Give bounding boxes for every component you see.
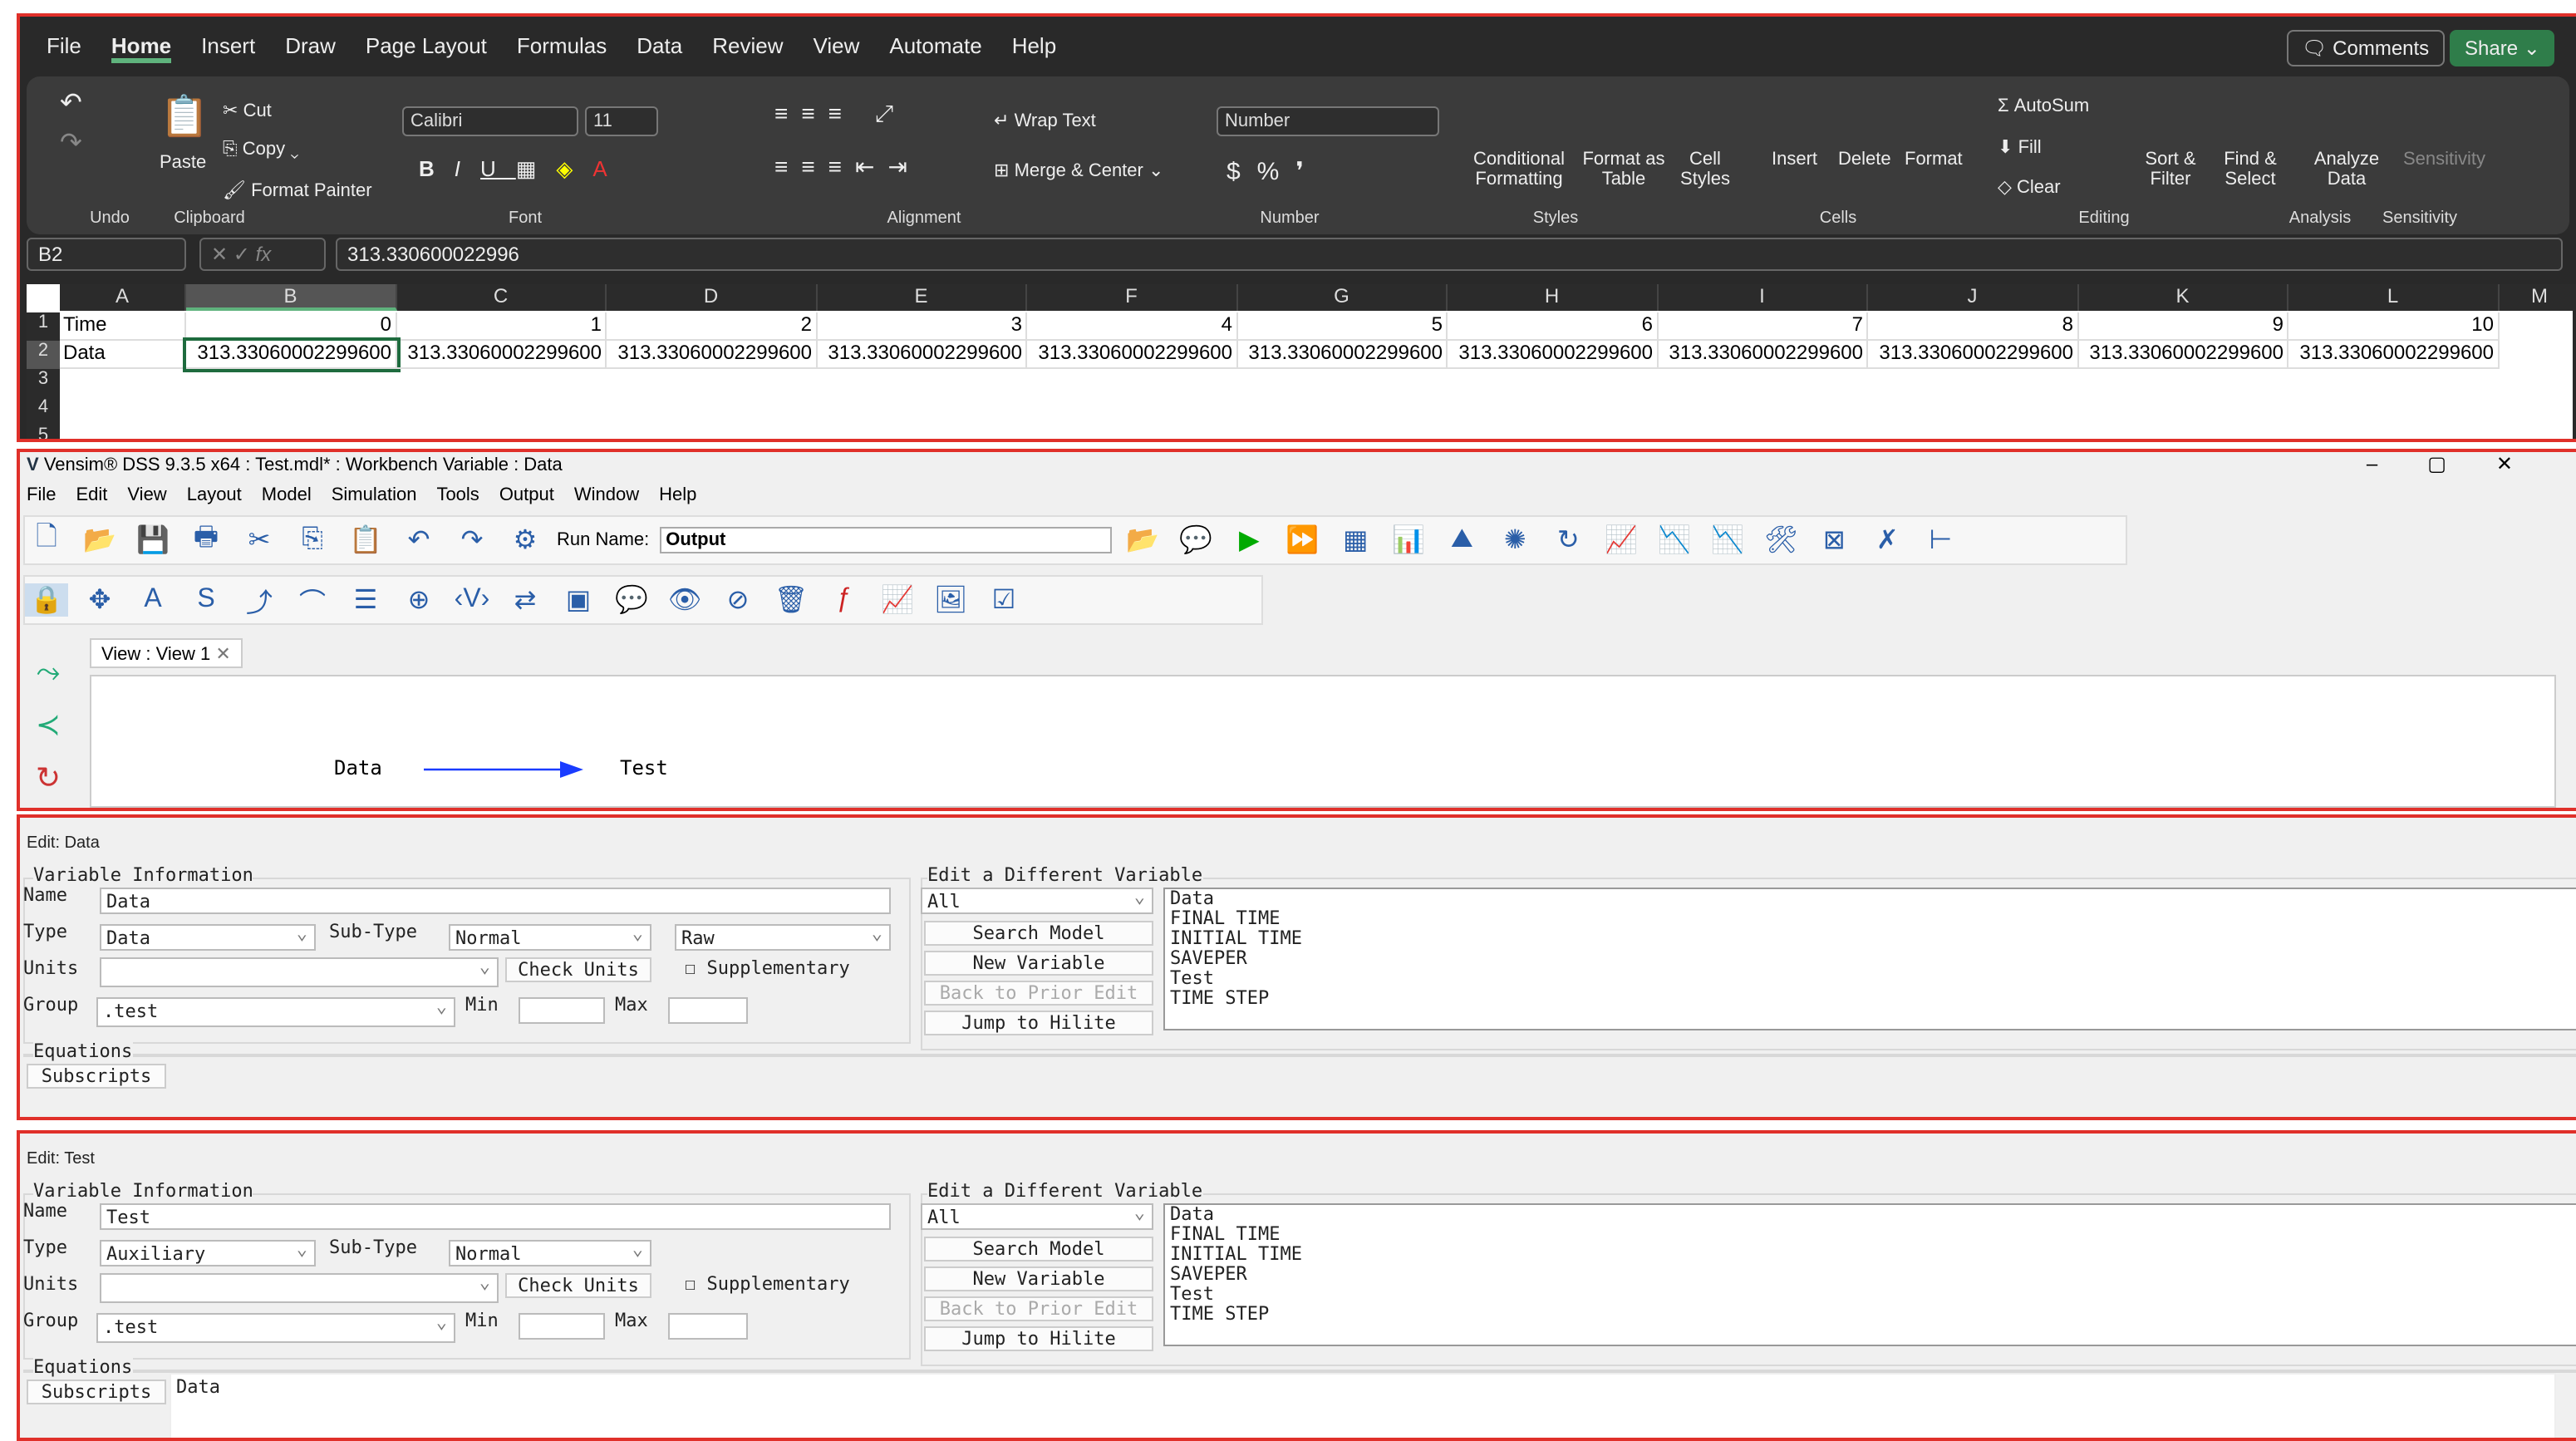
- highlight-box: [17, 13, 2576, 442]
- highlight-box: [17, 814, 2576, 1120]
- highlight-box: [17, 1130, 2576, 1441]
- highlight-box: [17, 449, 2576, 811]
